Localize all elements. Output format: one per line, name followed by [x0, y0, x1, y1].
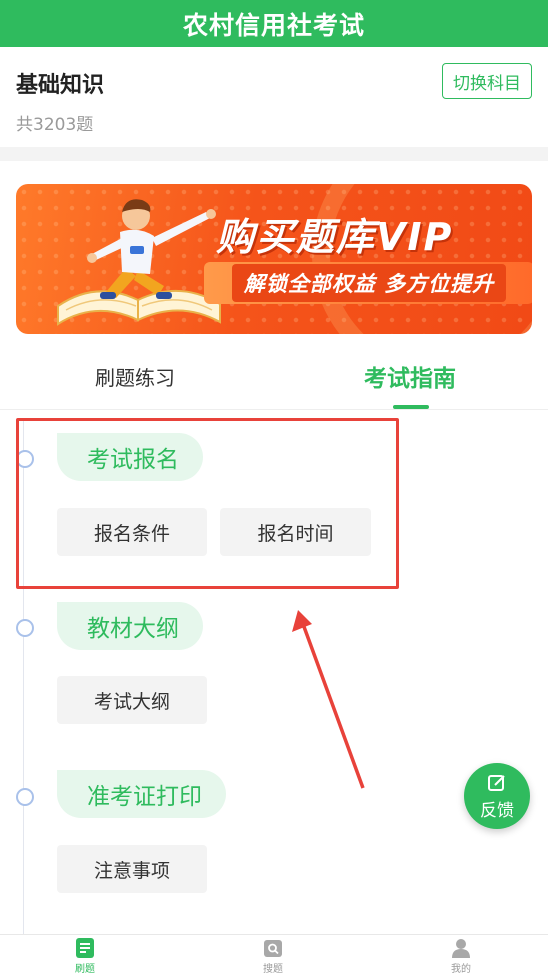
section-title-textbook-syllabus: 教材大纲 — [57, 602, 203, 650]
banner-title: 购买题库VIP — [216, 215, 454, 259]
chip-exam-syllabus[interactable]: 考试大纲 — [57, 676, 207, 724]
app-title: 农村信用社考试 — [182, 10, 365, 40]
nav-profile[interactable]: 我的 — [431, 937, 491, 975]
section-divider — [0, 147, 548, 161]
document-icon — [76, 938, 94, 958]
reading-boy-illustration — [57, 199, 221, 326]
annotation-highlight-box — [16, 418, 399, 589]
active-tab-indicator — [393, 405, 429, 409]
tab-bar: 刷题练习 考试指南 — [0, 343, 548, 410]
feedback-label: 反馈 — [480, 800, 514, 821]
subject-name: 基础知识 — [16, 73, 105, 98]
section-title-admission-ticket: 准考证打印 — [57, 770, 226, 818]
timeline-dot — [16, 788, 34, 806]
search-photo-icon — [264, 940, 282, 957]
subject-bar: 基础知识 共3203题 切换科目 — [0, 47, 548, 147]
nav-label: 刷题 — [75, 964, 95, 975]
question-count: 共3203题 — [16, 115, 94, 135]
nav-search[interactable]: 搜题 — [243, 937, 303, 975]
banner-subtitle-box: 解锁全部权益 多方位提升 — [204, 262, 532, 304]
switch-subject-button[interactable]: 切换科目 — [442, 63, 532, 99]
banner-subtitle: 解锁全部权益 多方位提升 — [231, 264, 507, 302]
bottom-nav: 刷题 搜题 我的 — [0, 934, 548, 976]
timeline-dot — [16, 619, 34, 637]
nav-label: 我的 — [451, 964, 471, 975]
tab-exam-guide[interactable]: 考试指南 — [330, 343, 490, 409]
app-header: 农村信用社考试 — [0, 0, 548, 47]
edit-icon — [488, 774, 505, 791]
user-icon — [452, 939, 470, 958]
vip-banner[interactable]: 购买题库VIP 解锁全部权益 多方位提升 — [16, 184, 532, 334]
feedback-button[interactable]: 反馈 — [464, 763, 530, 829]
nav-practice[interactable]: 刷题 — [55, 937, 115, 975]
tab-practice[interactable]: 刷题练习 — [55, 343, 215, 409]
nav-label: 搜题 — [263, 964, 283, 975]
chip-notes[interactable]: 注意事项 — [57, 845, 207, 893]
